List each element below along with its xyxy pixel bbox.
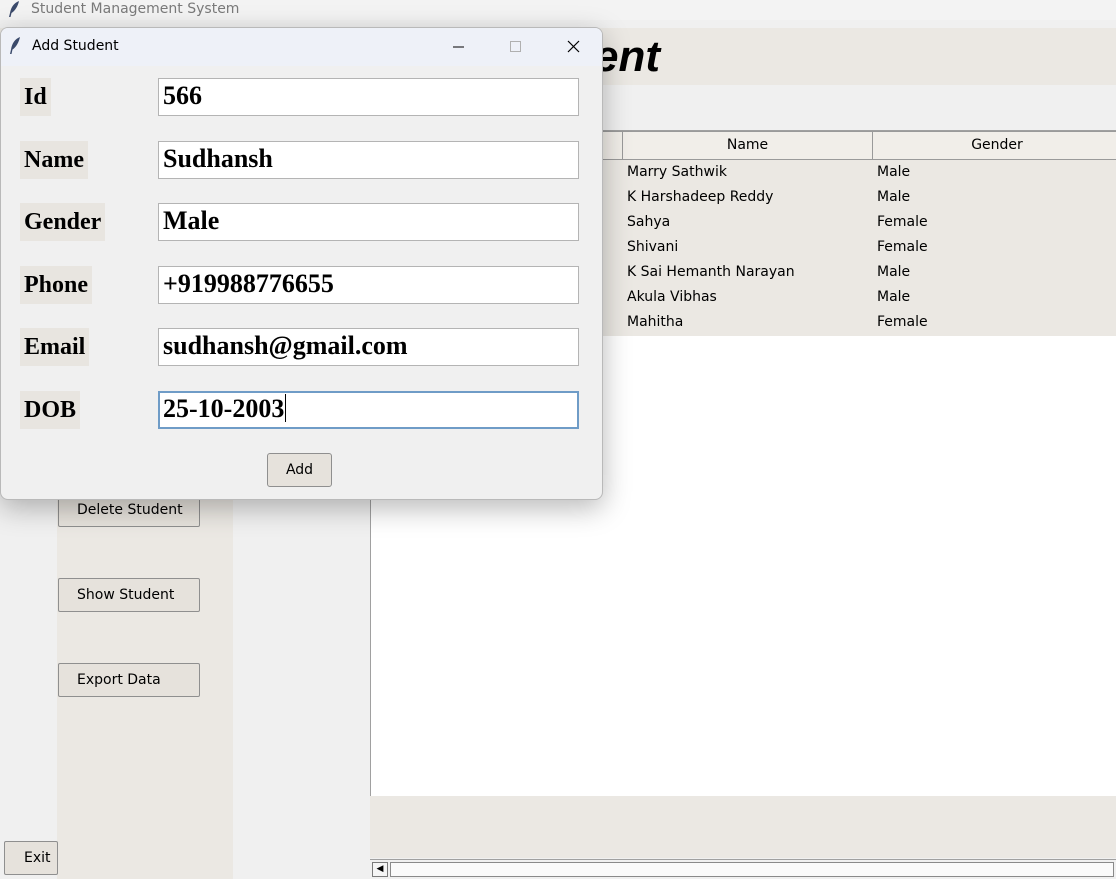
bottom-band <box>370 796 1116 858</box>
feather-icon <box>10 37 20 54</box>
dob-label: DOB <box>20 391 81 429</box>
cell-name: K Harshadeep Reddy <box>627 189 774 205</box>
email-label: Email <box>20 328 90 366</box>
feather-icon <box>9 1 19 17</box>
column-header-name[interactable]: Name <box>622 131 873 160</box>
maximize-icon <box>510 41 521 52</box>
main-window-titlebar: Student Management System <box>0 0 1116 20</box>
maximize-button[interactable] <box>487 28 545 66</box>
dob-value: 25-10-2003 <box>163 394 285 423</box>
page-title: ent <box>594 32 660 81</box>
name-label: Name <box>20 141 88 179</box>
id-label: Id <box>20 78 51 116</box>
cell-name: Mahitha <box>627 314 684 330</box>
dialog-title: Add Student <box>32 38 119 54</box>
horizontal-scrollbar[interactable]: ◀ <box>370 859 1116 877</box>
cell-gender: Female <box>877 214 928 230</box>
cell-gender: Female <box>877 239 928 255</box>
name-field[interactable]: Sudhansh <box>158 141 579 179</box>
close-button[interactable] <box>545 28 602 66</box>
scroll-left-icon[interactable]: ◀ <box>372 862 388 877</box>
cell-name: Marry Sathwik <box>627 164 727 180</box>
scrollbar-thumb[interactable] <box>390 862 1114 877</box>
cell-gender: Male <box>877 189 911 205</box>
show-student-button[interactable]: Show Student <box>58 578 200 612</box>
column-header-gender[interactable]: Gender <box>872 131 1116 160</box>
gender-field[interactable]: Male <box>158 203 579 241</box>
minimize-icon <box>453 46 464 48</box>
dob-field[interactable]: 25-10-2003 <box>158 391 579 429</box>
minimize-button[interactable] <box>429 28 487 66</box>
close-icon <box>567 40 580 53</box>
id-field[interactable]: 566 <box>158 78 579 116</box>
add-button[interactable]: Add <box>267 453 332 487</box>
phone-field[interactable]: +919988776655 <box>158 266 579 304</box>
cell-name: Akula Vibhas <box>627 289 717 305</box>
cell-gender: Male <box>877 289 911 305</box>
cell-gender: Male <box>877 164 911 180</box>
gender-label: Gender <box>20 203 106 241</box>
phone-label: Phone <box>20 266 93 304</box>
main-window-title: Student Management System <box>31 1 240 17</box>
exit-button[interactable]: Exit <box>4 841 58 875</box>
text-caret <box>285 394 287 422</box>
export-data-button[interactable]: Export Data <box>58 663 200 697</box>
cell-name: Shivani <box>627 239 679 255</box>
dialog-titlebar[interactable]: Add Student <box>1 28 602 66</box>
cell-name: K Sai Hemanth Narayan <box>627 264 795 280</box>
cell-name: Sahya <box>627 214 671 230</box>
cell-gender: Male <box>877 264 911 280</box>
cell-gender: Female <box>877 314 928 330</box>
add-student-dialog: Add Student Id 566 Name Sudhansh Gender … <box>0 27 603 500</box>
email-field[interactable]: sudhansh@gmail.com <box>158 328 579 366</box>
